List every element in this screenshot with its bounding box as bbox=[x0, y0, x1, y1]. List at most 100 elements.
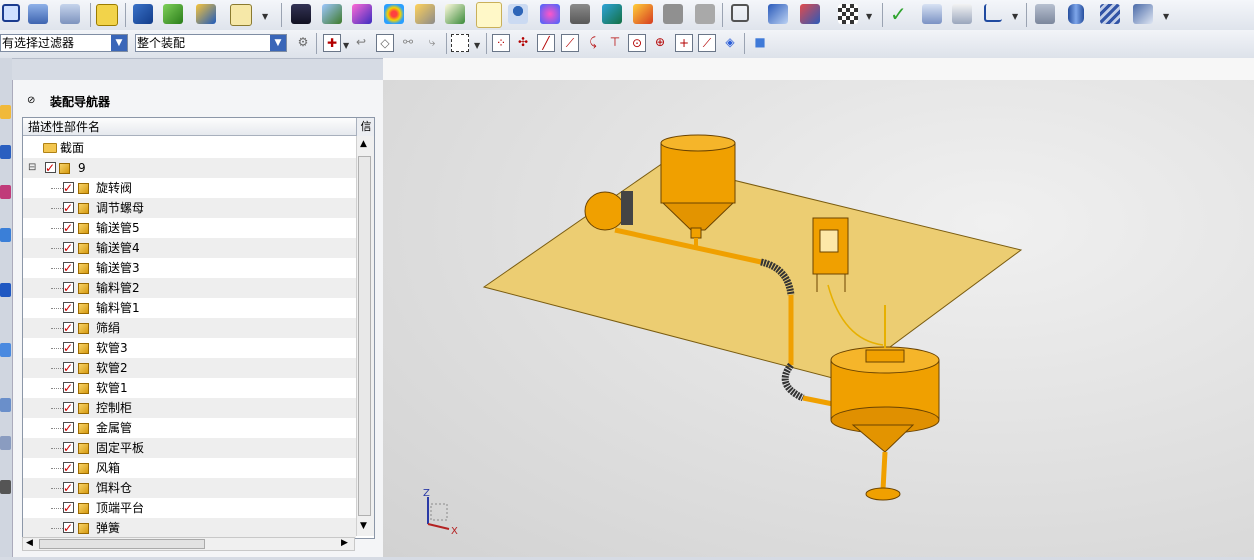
component-checkbox[interactable] bbox=[63, 458, 74, 478]
filter-settings-icon[interactable]: ⚙ bbox=[294, 34, 312, 52]
hammer-icon[interactable] bbox=[133, 4, 153, 24]
scroll-thumb[interactable] bbox=[358, 156, 371, 516]
pointer-tab-icon[interactable] bbox=[0, 480, 11, 494]
tree-row[interactable]: 筛绢 bbox=[23, 318, 356, 338]
component-checkbox[interactable] bbox=[63, 178, 74, 198]
point-on-face-icon[interactable]: ◈ bbox=[721, 34, 739, 52]
eraser-icon[interactable]: ◇ bbox=[376, 34, 394, 52]
line-end-icon[interactable]: ╱ bbox=[537, 34, 555, 52]
graphics-viewport[interactable]: Z X bbox=[383, 80, 1254, 557]
component-checkbox[interactable] bbox=[63, 498, 74, 518]
select-frame-icon[interactable] bbox=[731, 4, 749, 22]
assembly-nav-tab-icon[interactable] bbox=[0, 105, 11, 119]
tree-row[interactable]: 饵料仓 bbox=[23, 478, 356, 498]
selection-filter-dropdown[interactable]: 有选择过滤器 ▼ bbox=[0, 34, 128, 52]
undo-select-icon[interactable]: ↩ bbox=[352, 34, 370, 52]
point-on-curve-icon[interactable]: ⟋ bbox=[698, 34, 716, 52]
reuse-lib-tab-icon[interactable] bbox=[0, 228, 11, 242]
midpoint-icon[interactable]: ⟋ bbox=[561, 34, 579, 52]
table-icon[interactable] bbox=[922, 4, 942, 24]
hscroll-thumb[interactable] bbox=[39, 539, 205, 549]
gray-cube-icon[interactable] bbox=[695, 4, 715, 24]
user-icon[interactable] bbox=[508, 4, 528, 24]
abc-icon[interactable] bbox=[230, 4, 252, 26]
collapse-icon[interactable]: ⊟ bbox=[28, 158, 36, 178]
pencil-icon[interactable] bbox=[445, 4, 465, 24]
check-icon[interactable]: ✓ bbox=[890, 4, 910, 24]
sheet-metal-icon[interactable] bbox=[768, 4, 788, 24]
component-checkbox[interactable] bbox=[63, 338, 74, 358]
history-tab-icon[interactable] bbox=[0, 343, 11, 357]
grid-check-icon[interactable] bbox=[952, 4, 972, 24]
component-checkbox[interactable] bbox=[63, 398, 74, 418]
checkerboard-icon[interactable] bbox=[838, 4, 858, 24]
spring-icon[interactable] bbox=[1100, 4, 1120, 24]
tree-row[interactable]: 输送管5 bbox=[23, 218, 356, 238]
gray-block-icon[interactable] bbox=[663, 4, 683, 24]
part-nav-tab-icon[interactable] bbox=[0, 185, 11, 199]
layers-icon[interactable] bbox=[28, 4, 48, 24]
component-checkbox[interactable] bbox=[63, 198, 74, 218]
arc-center-icon[interactable]: ⊙ bbox=[628, 34, 646, 52]
image-icon[interactable] bbox=[633, 4, 653, 24]
axis-icon[interactable] bbox=[984, 4, 1002, 22]
web-browser-tab-icon[interactable] bbox=[0, 283, 11, 297]
tree-horizontal-scrollbar[interactable]: ◀ ▶ bbox=[22, 537, 355, 551]
cylinder-icon[interactable] bbox=[1068, 4, 1084, 24]
tree-row[interactable]: 软管3 bbox=[23, 338, 356, 358]
component-checkbox[interactable] bbox=[63, 278, 74, 298]
quadrant-icon[interactable]: ⊕ bbox=[651, 34, 669, 52]
scroll-down-icon[interactable]: ▼ bbox=[360, 521, 367, 531]
intersection-icon[interactable]: ⊤ bbox=[606, 34, 624, 52]
link-icon[interactable]: ⚯ bbox=[399, 34, 417, 52]
brush-icon[interactable] bbox=[352, 4, 372, 24]
tree-row[interactable]: 软管1 bbox=[23, 378, 356, 398]
tree-row[interactable]: 风箱 bbox=[23, 458, 356, 478]
tree-row[interactable]: 控制柜 bbox=[23, 398, 356, 418]
tree-row[interactable]: 弹簧 bbox=[23, 518, 356, 538]
snap-end-icon[interactable]: ✣ bbox=[514, 34, 532, 52]
snap-points-icon[interactable]: ⁘ bbox=[492, 34, 510, 52]
chevron-down-icon[interactable]: ▼ bbox=[111, 35, 127, 51]
tree-row[interactable]: 顶端平台 bbox=[23, 498, 356, 518]
component-checkbox[interactable] bbox=[63, 218, 74, 238]
component-checkbox[interactable] bbox=[63, 478, 74, 498]
tree-row[interactable]: 软管2 bbox=[23, 358, 356, 378]
measure-icon[interactable] bbox=[322, 4, 342, 24]
layer-settings-icon[interactable] bbox=[60, 4, 80, 24]
tree-row[interactable]: 输料管2 bbox=[23, 278, 356, 298]
highlight-icon[interactable] bbox=[476, 2, 502, 28]
tree-vertical-scrollbar[interactable]: ▲ ▼ bbox=[356, 136, 374, 536]
tree-row[interactable]: 金属管 bbox=[23, 418, 356, 438]
orient-view-icon[interactable] bbox=[2, 4, 20, 22]
drafting-icon[interactable] bbox=[800, 4, 820, 24]
control-point-icon[interactable]: ⤹ bbox=[584, 34, 602, 52]
selection-scope-dropdown[interactable]: 整个装配 ▼ bbox=[135, 34, 287, 52]
tree-row[interactable]: 输送管3 bbox=[23, 258, 356, 278]
component-checkbox[interactable] bbox=[63, 418, 74, 438]
component-checkbox[interactable] bbox=[63, 298, 74, 318]
scroll-right-icon[interactable]: ▶ bbox=[341, 538, 348, 548]
tree-row-root[interactable]: ⊟ 9 bbox=[23, 158, 356, 178]
rectangle-select-icon[interactable] bbox=[451, 34, 469, 52]
component-checkbox[interactable] bbox=[63, 358, 74, 378]
scroll-left-icon[interactable]: ◀ bbox=[26, 538, 33, 548]
component-icon[interactable] bbox=[196, 4, 216, 24]
roles-tab-icon[interactable] bbox=[0, 436, 11, 450]
system-tab-icon[interactable] bbox=[0, 398, 11, 412]
path-icon[interactable]: ⤷ bbox=[423, 34, 441, 52]
existing-point-icon[interactable]: + bbox=[675, 34, 693, 52]
edit-object-icon[interactable] bbox=[96, 4, 118, 26]
tool-icon[interactable] bbox=[1133, 4, 1153, 24]
column-header-part-name[interactable]: 描述性部件名 bbox=[23, 118, 356, 136]
tree-row[interactable]: 输料管1 bbox=[23, 298, 356, 318]
component-checkbox[interactable] bbox=[63, 518, 74, 538]
column-header-info[interactable]: 信 bbox=[356, 118, 374, 137]
tree-row[interactable]: 旋转阀 bbox=[23, 178, 356, 198]
component-checkbox[interactable] bbox=[63, 438, 74, 458]
tree-row-section[interactable]: 截面 bbox=[23, 138, 356, 158]
explode-icon[interactable] bbox=[415, 4, 435, 24]
component-checkbox[interactable] bbox=[63, 318, 74, 338]
component-checkbox[interactable] bbox=[63, 258, 74, 278]
chevron-down-icon[interactable]: ▼ bbox=[270, 35, 286, 51]
